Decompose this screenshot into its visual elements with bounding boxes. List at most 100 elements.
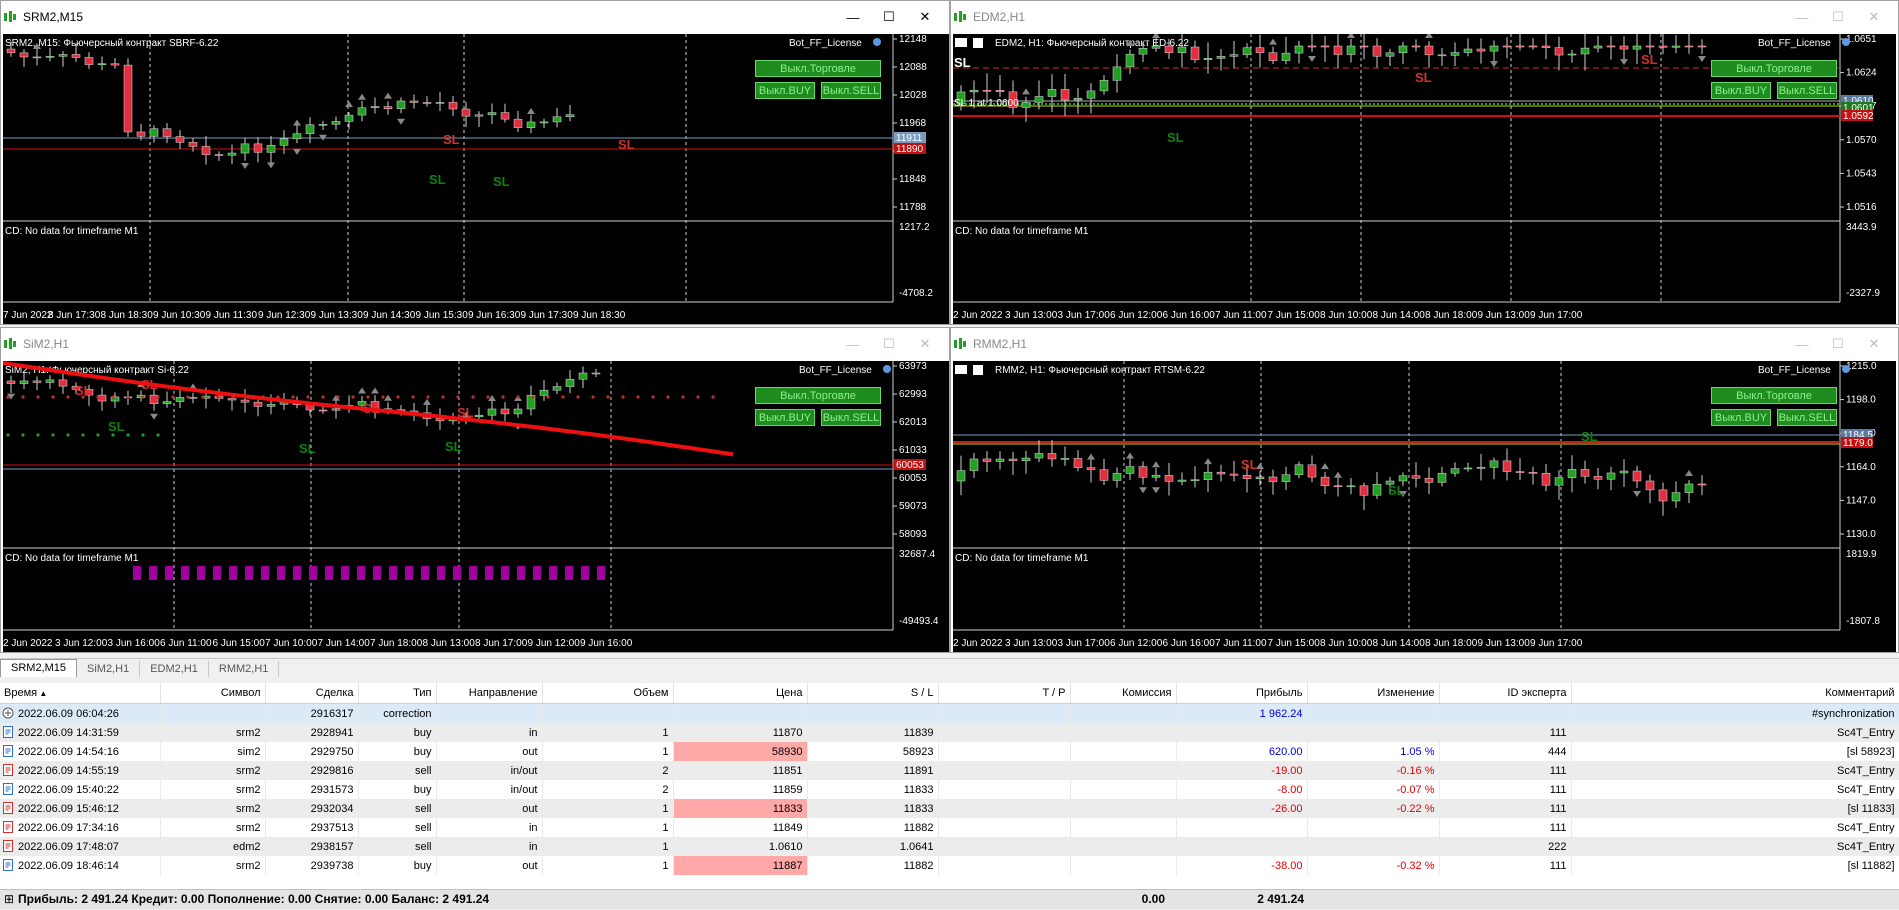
trade-off-button[interactable]: Выкл.Торговле bbox=[755, 387, 881, 404]
time-text: 2022.06.09 14:55:19 bbox=[18, 765, 119, 777]
histogram-bar bbox=[469, 566, 477, 580]
price-label: 59073 bbox=[899, 501, 927, 512]
minimize-button[interactable]: — bbox=[835, 328, 871, 360]
column-header[interactable]: Тип bbox=[358, 683, 437, 704]
cell-volume: 2 bbox=[542, 761, 674, 780]
trade-off-button[interactable]: Выкл.Торговле bbox=[755, 60, 881, 77]
column-header[interactable]: Объем bbox=[542, 683, 674, 704]
candle bbox=[1281, 474, 1291, 483]
trail-dot bbox=[561, 395, 565, 399]
buy-off-button[interactable]: Выкл.BUY bbox=[755, 409, 815, 426]
candle bbox=[331, 121, 341, 125]
close-button[interactable]: ✕ bbox=[907, 1, 943, 33]
maximize-button[interactable]: ☐ bbox=[871, 328, 907, 360]
candle bbox=[32, 56, 42, 59]
table-row[interactable]: 2022.06.09 17:34:16 srm2 2937513 sell in 1 118… bbox=[0, 818, 1899, 837]
buy-off-button[interactable]: Выкл.BUY bbox=[1711, 82, 1771, 99]
tab-srm2[interactable]: SRM2,M15 bbox=[0, 659, 78, 677]
price-chart[interactable]: 121481208812028119681190811848117881217.… bbox=[3, 34, 949, 324]
table-row[interactable]: 2022.06.09 14:54:16 sim2 2929750 buy out 1 589… bbox=[0, 742, 1899, 761]
sl-mark: SL bbox=[429, 172, 446, 187]
column-header[interactable]: Направление bbox=[436, 683, 543, 704]
minimize-button[interactable]: — bbox=[1784, 328, 1820, 360]
candle bbox=[1255, 47, 1265, 53]
time-label: 3 Jun 12:00 bbox=[55, 638, 108, 649]
window-titlebar[interactable]: RMM2,H1 — ☐ ✕ bbox=[951, 328, 1898, 360]
price-chart[interactable]: 63973 62993 62013 61033 60053 59073 58093 32687… bbox=[3, 361, 949, 652]
window-titlebar[interactable]: SRM2,M15 — ☐ ✕ bbox=[1, 1, 949, 33]
sell-off-button[interactable]: Выкл.SELL bbox=[821, 82, 881, 99]
column-header[interactable]: Цена bbox=[673, 683, 808, 704]
table-row[interactable]: 2022.06.09 15:40:22 srm2 2931573 buy in/out 2… bbox=[0, 780, 1899, 799]
price-chart[interactable]: 1.06511.06241.05971.05701.05431.05163443… bbox=[953, 34, 1896, 324]
candle bbox=[1320, 45, 1330, 48]
minimize-button[interactable]: — bbox=[835, 1, 871, 33]
tab-rmm2[interactable]: RMM2,H1 bbox=[209, 661, 280, 677]
column-header[interactable]: Изменение bbox=[1307, 683, 1440, 704]
profit-total: 2 491.24 bbox=[1257, 892, 1304, 906]
trade-history-table[interactable]: Время ▲ Символ Сделка Тип Направление Объем Це… bbox=[0, 683, 1899, 889]
column-header[interactable]: Прибыль bbox=[1176, 683, 1308, 704]
trail-dot bbox=[111, 395, 115, 399]
sell-off-button[interactable]: Выкл.SELL bbox=[1777, 409, 1837, 426]
table-row[interactable]: 2022.06.09 14:55:19 srm2 2929816 sell in/out… bbox=[0, 761, 1899, 780]
sell-off-button[interactable]: Выкл.SELL bbox=[1777, 82, 1837, 99]
candle bbox=[1060, 458, 1070, 460]
column-header[interactable]: ID эксперта bbox=[1439, 683, 1572, 704]
candle bbox=[1268, 52, 1278, 61]
column-header[interactable]: Время ▲ bbox=[0, 683, 161, 704]
window-titlebar[interactable]: SiM2,H1 — ☐ ✕ bbox=[1, 328, 949, 360]
table-row[interactable]: 2022.06.09 17:48:07 edm2 2938157 sell in 1 1.0… bbox=[0, 837, 1899, 856]
maximize-button[interactable]: ☐ bbox=[1820, 1, 1856, 33]
table-row[interactable]: 2022.06.09 14:31:59 srm2 2928941 buy in 1 1187… bbox=[0, 723, 1899, 742]
price-label: 1215.0 bbox=[1846, 361, 1877, 372]
column-header[interactable]: S / L bbox=[807, 683, 939, 704]
maximize-button[interactable]: ☐ bbox=[871, 1, 907, 33]
trail-dot bbox=[66, 433, 70, 437]
chart-window-edm2[interactable]: EDM2,H1 — ☐ ✕ 1.06511.06241.05971.05701.… bbox=[950, 0, 1899, 325]
tab-sim2[interactable]: SiM2,H1 bbox=[77, 661, 141, 677]
chart-window-rmm2[interactable]: RMM2,H1 — ☐ ✕ 1215.01198.01181.01164.011… bbox=[950, 327, 1899, 653]
histogram-bar bbox=[133, 566, 141, 580]
fractal-down-icon bbox=[397, 118, 405, 125]
close-button[interactable]: ✕ bbox=[1856, 1, 1892, 33]
cell-change: -0.22 % bbox=[1307, 799, 1440, 818]
collapse-icon[interactable]: ⊞ bbox=[4, 890, 14, 909]
fractal-up-icon bbox=[1126, 452, 1134, 459]
candle bbox=[1346, 45, 1356, 55]
table-row[interactable]: 2022.06.09 06:04:26 2916317 correction 1 96… bbox=[0, 703, 1899, 723]
trail-dot bbox=[66, 395, 70, 399]
candle bbox=[1645, 45, 1655, 48]
buy-off-button[interactable]: Выкл.BUY bbox=[1711, 409, 1771, 426]
trail-dot bbox=[6, 395, 10, 399]
maximize-button[interactable]: ☐ bbox=[1820, 328, 1856, 360]
column-header[interactable]: Комиссия bbox=[1070, 683, 1177, 704]
cell-price: 11870 bbox=[673, 723, 808, 742]
buy-off-button[interactable]: Выкл.BUY bbox=[755, 82, 815, 99]
histogram-bar bbox=[565, 566, 573, 580]
table-row[interactable]: 2022.06.09 15:46:12 srm2 2932034 sell out 1 11… bbox=[0, 799, 1899, 818]
column-header[interactable]: Символ bbox=[160, 683, 266, 704]
time-text: 2022.06.09 06:04:26 bbox=[18, 708, 119, 720]
chart-window-srm2[interactable]: SRM2,M15 — ☐ ✕ 1214812088120281196811908… bbox=[0, 0, 950, 325]
price-chart[interactable]: 1215.01198.01181.01164.01147.01130.01819… bbox=[953, 361, 1896, 652]
trade-off-button[interactable]: Выкл.Торговле bbox=[1711, 60, 1837, 77]
column-header[interactable]: Комментарий bbox=[1571, 683, 1899, 704]
table-row[interactable]: 2022.06.09 18:46:14 srm2 2939738 buy out 1 118… bbox=[0, 856, 1899, 875]
column-header[interactable]: T / P bbox=[938, 683, 1071, 704]
close-button[interactable]: ✕ bbox=[1856, 328, 1892, 360]
trade-off-button[interactable]: Выкл.Торговле bbox=[1711, 387, 1837, 404]
chart-window-sim2[interactable]: SiM2,H1 — ☐ ✕ 63973 62993 62013 61033 60053 5… bbox=[0, 327, 950, 653]
time-label: 7 Jun 15:00 bbox=[1268, 638, 1321, 649]
tab-edm2[interactable]: EDM2,H1 bbox=[140, 661, 209, 677]
column-header[interactable]: Сделка bbox=[265, 683, 359, 704]
time-label: 3 Jun 13:00 bbox=[1005, 310, 1058, 321]
fractal-down-icon bbox=[1139, 487, 1147, 494]
close-button[interactable]: ✕ bbox=[907, 328, 943, 360]
candle bbox=[500, 112, 510, 120]
window-titlebar[interactable]: EDM2,H1 — ☐ ✕ bbox=[951, 1, 1898, 33]
sell-off-button[interactable]: Выкл.SELL bbox=[821, 409, 881, 426]
candle bbox=[969, 458, 979, 471]
cell-symbol: edm2 bbox=[160, 837, 266, 856]
minimize-button[interactable]: — bbox=[1784, 1, 1820, 33]
